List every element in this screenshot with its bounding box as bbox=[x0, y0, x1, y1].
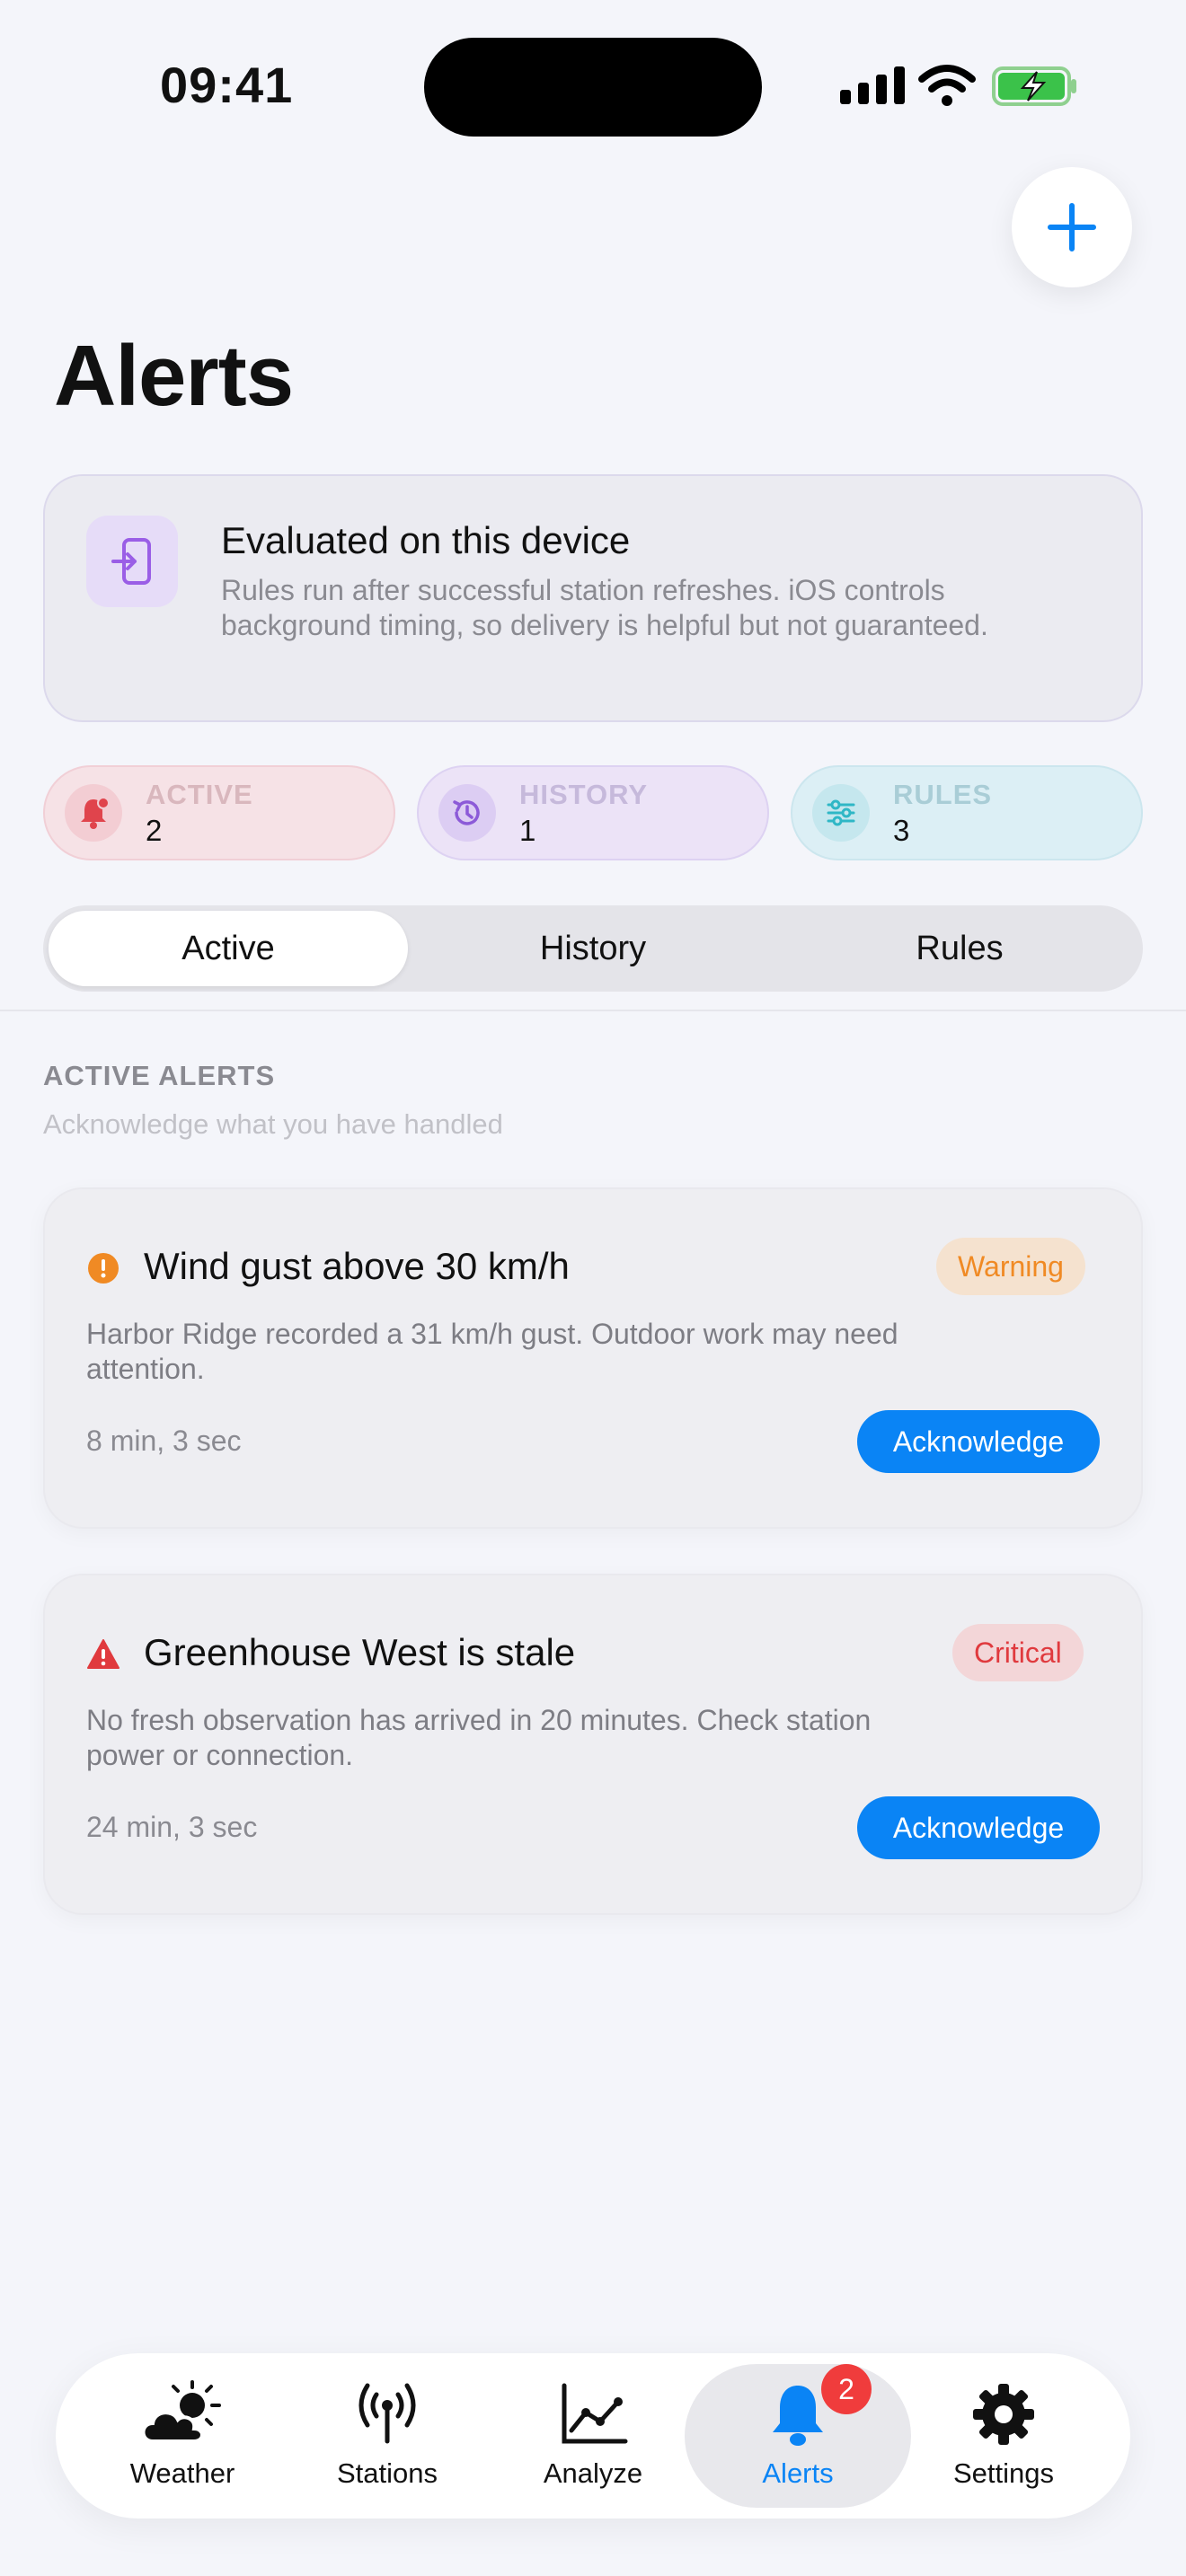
line-chart-icon bbox=[562, 2383, 628, 2444]
tab-label: Stations bbox=[336, 2457, 438, 2489]
alerts-count-badge: 2 bbox=[821, 2364, 872, 2414]
alert-title: Wind gust above 30 km/h bbox=[144, 1245, 570, 1287]
plus-icon bbox=[1048, 203, 1096, 251]
gear-icon bbox=[973, 2384, 1034, 2445]
severity-badge: Critical bbox=[952, 1624, 1084, 1681]
alert-time: 24 min, 3 sec bbox=[86, 1811, 258, 1843]
add-rule-button[interactable] bbox=[1012, 167, 1132, 287]
info-card-title: Evaluated on this device bbox=[221, 519, 631, 561]
page-title: Alerts bbox=[54, 328, 294, 424]
tab-weather[interactable]: Weather bbox=[79, 2364, 286, 2508]
segment-history[interactable]: History bbox=[413, 911, 773, 986]
stat-pill-history[interactable]: HISTORY 1 bbox=[417, 765, 769, 860]
stat-label: RULES bbox=[893, 779, 993, 810]
severity-badge: Warning bbox=[936, 1238, 1085, 1295]
tab-settings[interactable]: Settings bbox=[900, 2364, 1107, 2508]
sliders-icon bbox=[812, 784, 870, 842]
segment-rules[interactable]: Rules bbox=[780, 911, 1139, 986]
stat-label: ACTIVE bbox=[146, 779, 253, 810]
battery-icon bbox=[992, 66, 1076, 106]
cloud-sun-icon bbox=[141, 2380, 221, 2443]
tab-label: Weather bbox=[129, 2457, 235, 2489]
section-subtitle: Acknowledge what you have handled bbox=[43, 1108, 503, 1140]
tab-alerts[interactable]: Alerts bbox=[685, 2364, 911, 2508]
stat-pill-active[interactable]: ACTIVE 2 bbox=[43, 765, 395, 860]
section-title: ACTIVE ALERTS bbox=[43, 1060, 276, 1091]
antenna-icon bbox=[358, 2383, 416, 2444]
stat-value: 2 bbox=[146, 814, 163, 847]
stat-label: HISTORY bbox=[519, 779, 649, 810]
alert-title: Greenhouse West is stale bbox=[144, 1631, 576, 1673]
tab-analyze[interactable]: Analyze bbox=[490, 2364, 696, 2508]
alert-body: No fresh observation has arrived in 20 m… bbox=[86, 1704, 872, 1771]
segment-active[interactable]: Active bbox=[49, 911, 408, 986]
wifi-icon bbox=[918, 65, 976, 106]
stat-pill-rules[interactable]: RULES 3 bbox=[791, 765, 1143, 860]
device-evaluate-icon bbox=[86, 516, 178, 607]
tab-stations[interactable]: Stations bbox=[284, 2364, 491, 2508]
acknowledge-button[interactable]: Acknowledge bbox=[857, 1410, 1100, 1473]
tab-label: Alerts bbox=[762, 2457, 834, 2489]
bell-badge-icon bbox=[65, 784, 122, 842]
alert-body: Harbor Ridge recorded a 31 km/h gust. Ou… bbox=[86, 1318, 898, 1385]
stat-value: 1 bbox=[519, 814, 536, 847]
tab-label: Settings bbox=[952, 2457, 1054, 2489]
warning-circle-icon bbox=[88, 1253, 119, 1284]
tab-label: Analyze bbox=[543, 2457, 643, 2489]
acknowledge-button[interactable]: Acknowledge bbox=[857, 1796, 1100, 1859]
dynamic-island bbox=[424, 38, 762, 137]
status-time: 09:41 bbox=[160, 57, 294, 113]
alert-time: 8 min, 3 sec bbox=[86, 1425, 242, 1457]
stat-value: 3 bbox=[893, 814, 910, 847]
cellular-signal-icon bbox=[840, 65, 905, 104]
warning-triangle-icon bbox=[87, 1639, 119, 1669]
divider bbox=[0, 1010, 1186, 1011]
info-card-body: Rules run after successful station refre… bbox=[221, 574, 988, 641]
history-clock-icon bbox=[438, 784, 496, 842]
